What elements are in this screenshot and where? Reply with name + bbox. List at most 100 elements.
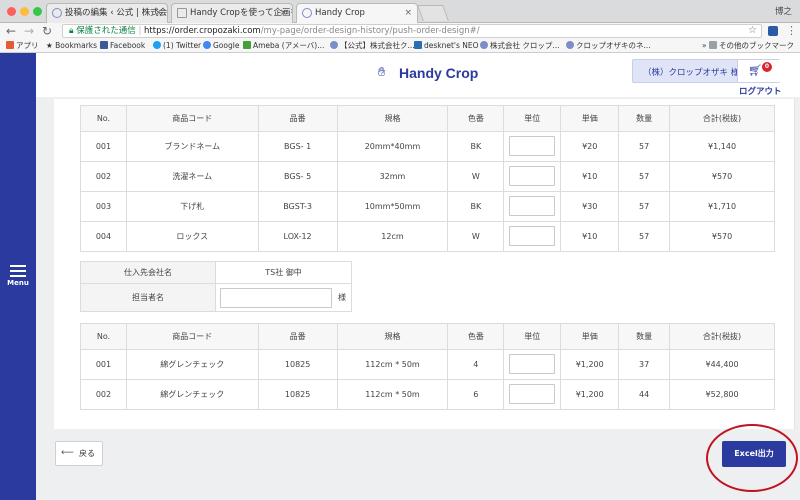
cell-unit-price: ¥1,200 <box>560 349 620 380</box>
bookmark-item[interactable]: クロップオザキのネ... <box>566 39 651 52</box>
close-window-icon[interactable] <box>7 7 16 16</box>
cell-unit-price: ¥1,200 <box>560 379 620 410</box>
folder-icon <box>708 41 717 49</box>
cell-quantity: 44 <box>618 379 671 410</box>
column-header: 合計(税抜) <box>669 105 775 132</box>
cell-product-code: ブランドネーム <box>125 131 259 162</box>
column-header: 品番 <box>257 323 338 350</box>
cell-quantity: 57 <box>618 191 671 222</box>
cell-quantity: 37 <box>618 349 671 380</box>
cart-icon: 🛒︎ <box>748 64 762 77</box>
supplier-company-row: 仕入先会社名 TS社 御中 <box>80 261 352 284</box>
order-table-fabrics: No. 商品コード 品番 規格 色番 単位 単価 数量 合計(税抜) 001 綿… <box>80 323 775 410</box>
cell-part-number: 10825 <box>257 379 338 410</box>
new-tab-button[interactable] <box>417 5 449 21</box>
unit-input[interactable] <box>509 195 556 216</box>
site-favicon-icon <box>302 8 312 18</box>
cell-spec: 10mm*50mm <box>336 191 449 222</box>
cell-product-code: 下げ札 <box>125 191 259 222</box>
company-name[interactable]: （株）クロップオザキ 様 <box>643 66 739 78</box>
cell-no: 002 <box>80 161 127 192</box>
bookmark-item-other[interactable]: » その他のブックマーク <box>702 39 794 52</box>
cell-no: 004 <box>80 221 127 252</box>
address-bar[interactable]: 🔒︎ 保護された通信 | https://order.cropozaki.com… <box>62 24 762 38</box>
bookmark-item[interactable]: desknet's NEO <box>414 39 479 52</box>
tab-title: Handy Crop <box>315 8 365 18</box>
hand-logo-icon: ✋︎ <box>378 65 386 80</box>
browser-tab[interactable]: 投稿の編集 ‹ 公式 | 株式会社クロ × <box>46 3 168 23</box>
browser-user-name[interactable]: 博之 <box>775 5 792 17</box>
browser-tab[interactable]: Handy Cropを使って企画書を作 × <box>171 3 293 23</box>
table-row: 004 ロックス LOX-12 12cm W ¥10 57 ¥570 <box>80 221 775 252</box>
back-arrow-icon[interactable]: ← <box>6 24 16 38</box>
left-arrow-icon: ⟵ <box>61 448 74 458</box>
cell-total: ¥1,140 <box>669 131 775 162</box>
bookmark-apps[interactable]: アプリ <box>6 39 39 52</box>
cell-total: ¥44,400 <box>669 349 775 380</box>
cell-total: ¥570 <box>669 221 775 252</box>
bookmark-item[interactable]: 株式会社 クロップ... <box>480 39 560 52</box>
column-header: 品番 <box>257 105 338 132</box>
cell-no: 003 <box>80 191 127 222</box>
unit-input[interactable] <box>509 165 556 186</box>
column-header: 規格 <box>336 105 449 132</box>
document-favicon-icon <box>177 8 187 18</box>
menu-button[interactable]: Menu <box>5 265 31 293</box>
apps-grid-icon <box>6 41 14 49</box>
cart-button[interactable]: 🛒︎ 0 <box>737 60 780 82</box>
cell-spec: 20mm*40mm <box>336 131 449 162</box>
order-content-panel: No. 商品コード 品番 規格 色番 単位 単価 数量 合計(税抜) 001 ブ… <box>54 99 795 429</box>
bookmark-item[interactable]: 【公式】株式会社ク... <box>330 39 415 52</box>
close-tab-icon[interactable]: × <box>279 4 287 22</box>
back-button[interactable]: ⟵ 戻る <box>55 441 103 466</box>
cell-total: ¥52,800 <box>669 379 775 410</box>
column-header: 商品コード <box>125 105 259 132</box>
unit-input[interactable] <box>509 353 556 374</box>
close-tab-icon[interactable]: × <box>154 4 162 22</box>
site-logo[interactable]: ✋︎ Handy Crop <box>378 63 478 83</box>
browser-tab-bar: 投稿の編集 ‹ 公式 | 株式会社クロ × Handy Cropを使って企画書を… <box>0 0 800 24</box>
cell-product-code: 洗濯ネーム <box>125 161 259 192</box>
column-header: 単位 <box>503 105 562 132</box>
page: Menu ✋︎ Handy Crop （株）クロップオザキ 様 🛒︎ 0 ログア… <box>0 53 800 500</box>
supplier-person-row: 担当者名 様 <box>80 283 352 312</box>
extension-icon[interactable] <box>768 26 778 36</box>
bookmark-star-icon[interactable]: ☆ <box>748 25 757 37</box>
back-label: 戻る <box>79 449 95 458</box>
column-header: 単位 <box>503 323 562 350</box>
bookmark-item[interactable]: (1) Twitter <box>153 39 201 52</box>
logout-link[interactable]: ログアウト <box>739 85 782 97</box>
desknets-icon <box>414 41 422 49</box>
close-tab-icon[interactable]: × <box>404 4 412 22</box>
honorific-suffix: 様 <box>338 293 346 302</box>
column-header: 色番 <box>447 105 505 132</box>
minimize-window-icon[interactable] <box>20 7 29 16</box>
person-name-input[interactable] <box>220 287 332 308</box>
cell-part-number: BGST-3 <box>257 191 338 222</box>
bookmark-item[interactable]: Ameba (アメーバ)... <box>243 39 324 52</box>
cell-color: BK <box>447 191 505 222</box>
browser-menu-icon[interactable]: ⋮ <box>786 24 797 37</box>
table-row: 003 下げ札 BGST-3 10mm*50mm BK ¥30 57 ¥1,71… <box>80 191 775 222</box>
order-table-accessories: No. 商品コード 品番 規格 色番 単位 単価 数量 合計(税抜) 001 ブ… <box>80 105 775 252</box>
unit-input[interactable] <box>509 135 556 156</box>
bookmark-item[interactable]: ★ Bookmarks <box>46 39 97 52</box>
supplier-info-table: 仕入先会社名 TS社 御中 担当者名 様 <box>80 261 352 312</box>
bookmark-item[interactable]: Google <box>203 39 239 52</box>
supplier-person-label: 担当者名 <box>80 283 216 312</box>
cell-unit <box>503 221 562 252</box>
maximize-window-icon[interactable] <box>33 7 42 16</box>
cell-total: ¥1,710 <box>669 191 775 222</box>
unit-input[interactable] <box>509 225 556 246</box>
reload-icon[interactable]: ↻ <box>42 24 52 38</box>
unit-input[interactable] <box>509 383 556 404</box>
column-header: 合計(税抜) <box>669 323 775 350</box>
forward-arrow-icon[interactable]: → <box>24 24 34 38</box>
site-header: ✋︎ Handy Crop （株）クロップオザキ 様 🛒︎ 0 ログアウト <box>36 53 800 97</box>
site-favicon-icon <box>480 41 488 49</box>
browser-tab-active[interactable]: Handy Crop × <box>296 3 418 24</box>
bookmark-item[interactable]: Facebook <box>100 39 145 52</box>
url-host: https://order.cropozaki.com <box>144 26 261 36</box>
column-header: 規格 <box>336 323 449 350</box>
supplier-person-cell: 様 <box>215 283 352 312</box>
